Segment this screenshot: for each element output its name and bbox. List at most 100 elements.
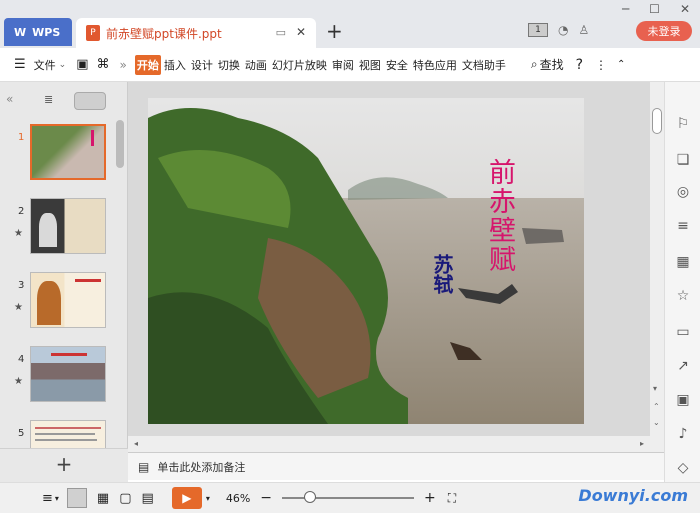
file-menu[interactable]: 文件 <box>32 55 58 75</box>
search-icon: ⌕ <box>530 57 538 71</box>
slide-thumbnail[interactable] <box>30 198 106 254</box>
vertical-scrollbar[interactable]: ▾ ⌃ ⌄ <box>650 82 664 452</box>
tab-slideshow[interactable]: 幻灯片放映 <box>270 55 329 75</box>
new-tab-button[interactable]: + <box>326 19 343 43</box>
scroll-left-icon[interactable]: ◂ <box>134 439 138 448</box>
vertical-scroll-thumb[interactable] <box>652 108 662 134</box>
zoom-level[interactable]: 46% <box>226 492 250 505</box>
menu-icon[interactable]: ☰ <box>14 57 26 72</box>
box-icon[interactable]: ▭ <box>673 322 693 342</box>
ribbon-toolbar: ☰ 文件 ⌄ ▣ ⌘ » 开始 插入 设计 切换 动画 幻灯片放映 审阅 视图 … <box>0 48 700 82</box>
wps-label: WPS <box>32 25 61 39</box>
help-icon[interactable]: ? <box>576 57 583 73</box>
outline-view-icon[interactable]: ≣ <box>44 93 53 106</box>
grid-view-icon[interactable]: ▦ <box>97 491 109 506</box>
collapse-ribbon-icon[interactable]: ⌃ <box>617 59 625 70</box>
align-menu-icon[interactable]: ≡ <box>42 491 53 506</box>
tab-special-apps[interactable]: 特色应用 <box>411 55 459 75</box>
notes-icon: ▤ <box>138 459 150 474</box>
thumbnail-view-button[interactable] <box>74 92 106 110</box>
tab-insert[interactable]: 插入 <box>162 55 188 75</box>
slide-thumbnail-panel: « ≣ 1 2 ★ 3 ★ 4 ★ 5 + <box>0 82 128 482</box>
slide-thumbnail[interactable] <box>30 124 106 180</box>
chevron-down-icon[interactable]: ⌄ <box>59 60 67 70</box>
window-controls: ─ ☐ ✕ <box>622 2 690 16</box>
login-button[interactable]: 未登录 <box>636 21 692 41</box>
slide-thumb-row-4[interactable]: 4 ★ <box>0 344 128 412</box>
document-tab[interactable]: P 前赤壁赋ppt课件.ppt ▭ ✕ <box>76 18 316 48</box>
close-window-icon[interactable]: ✕ <box>680 2 690 16</box>
wps-home-tab[interactable]: W WPS <box>4 18 72 46</box>
pin-icon[interactable]: ⚐ <box>673 114 693 134</box>
add-slide-button[interactable]: + <box>0 448 128 482</box>
slide-number: 5 <box>18 428 25 439</box>
play-slideshow-button[interactable]: ▶ <box>171 487 202 509</box>
wps-logo-icon: W <box>14 25 27 39</box>
title-bar: ─ ☐ ✕ W WPS P 前赤壁赋ppt课件.ppt ▭ ✕ + 1 ◔ ♙ … <box>0 0 700 48</box>
slide-thumbnail[interactable] <box>30 420 106 448</box>
scroll-right-icon[interactable]: ▸ <box>640 439 644 448</box>
maximize-icon[interactable]: ☐ <box>649 2 660 16</box>
slide-author: 苏轼 <box>430 254 454 294</box>
shapes-icon[interactable]: ◎ <box>673 182 693 202</box>
slide-number: 2 <box>18 206 25 217</box>
monitor-icon[interactable]: ▭ <box>276 26 286 39</box>
ppt-file-icon: P <box>86 25 100 41</box>
search-button[interactable]: ⌕ 查找 <box>531 56 564 73</box>
normal-view-icon[interactable] <box>66 488 87 508</box>
more-chevron-icon[interactable]: » <box>120 58 127 72</box>
play-options-icon[interactable]: ▾ <box>206 494 210 503</box>
animation-star-icon: ★ <box>14 302 23 313</box>
tab-security[interactable]: 安全 <box>384 55 410 75</box>
share-icon[interactable]: ↗ <box>673 356 693 376</box>
titlebar-tools: 1 ◔ ♙ <box>528 23 589 37</box>
reading-view-icon[interactable]: ▢ <box>119 491 131 506</box>
format-painter-icon[interactable]: ⌘ <box>97 57 110 72</box>
star-icon[interactable]: ☆ <box>673 286 693 306</box>
next-slide-icon[interactable]: ⌄ <box>653 418 660 427</box>
watermark-logo: Downyi.com <box>578 486 688 505</box>
tab-view[interactable]: 视图 <box>357 55 383 75</box>
animation-star-icon: ★ <box>14 228 23 239</box>
search-label: 查找 <box>539 58 564 72</box>
minimize-icon[interactable]: ─ <box>622 2 629 16</box>
slide-thumb-row-3[interactable]: 3 ★ <box>0 270 128 338</box>
close-tab-icon[interactable]: ✕ <box>296 25 306 39</box>
layers-icon[interactable]: ❏ <box>673 150 693 170</box>
save-icon[interactable]: ▣ <box>76 57 88 72</box>
slide-canvas[interactable]: 前赤壁赋 苏轼 <box>148 98 584 424</box>
audio-icon[interactable]: ♪ <box>673 424 693 444</box>
zoom-out-icon[interactable]: − <box>260 490 272 506</box>
image-icon[interactable]: ▣ <box>673 390 693 410</box>
zoom-slider-handle[interactable] <box>304 491 317 503</box>
fit-window-icon[interactable]: ⛶ <box>448 491 456 506</box>
scroll-down-icon[interactable]: ▾ <box>653 384 657 393</box>
adjust-icon[interactable]: ≡ <box>673 216 693 236</box>
picture-icon[interactable]: ▦ <box>673 252 693 272</box>
prev-slide-icon[interactable]: ⌃ <box>653 402 660 411</box>
collapse-panel-icon[interactable]: « <box>6 92 13 106</box>
slide-editor: 前赤壁赋 苏轼 <box>128 82 664 452</box>
slide-thumb-row-1[interactable]: 1 <box>0 122 128 190</box>
shirt-icon[interactable]: ♙ <box>578 23 589 37</box>
notes-view-icon[interactable]: ▤ <box>142 491 154 506</box>
page-count-badge[interactable]: 1 <box>528 23 548 37</box>
more-options-icon[interactable]: ⋮ <box>595 58 607 72</box>
zoom-in-icon[interactable]: + <box>424 490 436 506</box>
status-bar: ≡ ▾ ▦ ▢ ▤ ▶ ▾ 46% − + ⛶ Downyi.com <box>0 482 700 513</box>
diamond-icon[interactable]: ◇ <box>673 458 693 478</box>
tab-home[interactable]: 开始 <box>134 54 161 75</box>
slide-thumbnail[interactable] <box>30 272 106 328</box>
skin-icon[interactable]: ◔ <box>558 23 568 37</box>
slide-thumb-row-2[interactable]: 2 ★ <box>0 196 128 264</box>
tab-doc-assistant[interactable]: 文档助手 <box>460 55 508 75</box>
zoom-slider[interactable] <box>282 491 415 503</box>
chevron-down-icon[interactable]: ▾ <box>55 494 59 503</box>
tab-animations[interactable]: 动画 <box>243 55 269 75</box>
notes-pane[interactable]: ▤ 单击此处添加备注 <box>128 452 664 480</box>
tab-design[interactable]: 设计 <box>189 55 215 75</box>
horizontal-scrollbar[interactable]: ◂ ▸ <box>128 436 650 452</box>
tab-review[interactable]: 审阅 <box>330 55 356 75</box>
tab-transitions[interactable]: 切换 <box>216 55 242 75</box>
slide-thumbnail[interactable] <box>30 346 106 402</box>
